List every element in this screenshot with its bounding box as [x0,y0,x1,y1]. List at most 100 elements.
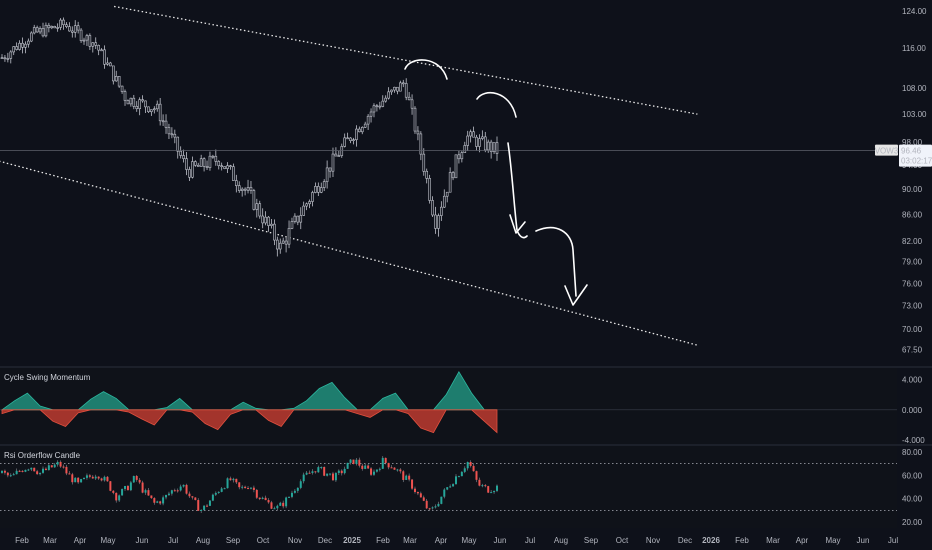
candle-body [445,191,449,197]
candle-body [50,25,54,29]
candle-body [261,215,264,224]
candle-body [88,35,92,47]
candle-body [375,105,379,108]
candle-body [425,170,429,179]
rsi-candle-body [68,473,71,475]
rsi-candle-body [74,477,77,483]
rsi-candle-body [167,493,170,495]
time-axis-label: Jun [136,536,149,545]
time-axis-label: 2026 [702,536,720,545]
candle-body [59,19,62,28]
rsi-candle-body [252,487,255,490]
candle-body [237,185,241,191]
candle-body [401,82,405,85]
candle-body [267,216,270,226]
rsi-candle-body [115,492,118,501]
rsi-candle-body [88,475,91,477]
rsi-candle-body [159,501,162,504]
candle-body [390,89,393,93]
rsi-candle-body [249,487,252,489]
candle-body [18,42,21,50]
price-tick-label: 103.00 [902,110,927,119]
candle-body [114,76,118,82]
momentum-title: Cycle Swing Momentum [4,373,91,382]
candle-body [73,25,77,33]
candle-body [281,240,285,244]
rsi-candle-body [270,502,273,509]
rsi-candle-body [302,474,305,482]
candle-body [217,161,221,166]
candle-body [44,24,48,37]
candle-body [173,133,177,138]
rsi-candle-body [396,469,399,471]
time-axis-label: Mar [43,536,57,545]
candle-body [167,127,171,135]
rsi-candle-body [460,471,463,477]
rsi-candle-body [94,476,97,479]
rsi-candle-body [258,497,261,499]
candle-body [328,167,332,172]
candle-body [68,26,71,32]
rsi-tick-label: 40.00 [902,495,923,504]
candle-body [79,29,83,41]
rsi-candle-body [372,471,375,475]
candle-body [308,201,311,205]
rsi-candle-body [352,459,355,464]
candle-body [24,43,27,48]
rsi-candle-body [132,475,135,483]
rsi-candle-body [334,472,337,481]
candle-body [322,181,326,188]
candle-body [481,136,484,139]
candle-body [94,42,98,46]
rsi-candle-body [30,467,33,470]
candle-body [164,120,168,128]
candle-body [132,97,136,107]
candle-body [273,223,276,241]
candle-body [141,99,144,102]
time-axis-label: Aug [554,536,568,545]
rsi-candle-body [434,506,437,508]
momentum-tick-label: -4.000 [902,436,925,445]
rsi-candle-body [288,496,291,498]
time-axis-label: Jul [168,536,178,545]
rsi-candle-body [27,469,30,471]
candle-body [150,109,153,113]
candle-body [469,131,472,137]
rsi-candle-body [305,472,308,475]
candle-body [460,152,464,160]
candle-body [249,187,253,191]
candle-body [9,51,13,59]
rsi-candle-body [97,476,100,479]
rsi-candle-body [408,475,411,480]
rsi-candle-body [431,507,434,509]
rsi-candle-body [317,467,320,473]
candle-body [123,91,127,101]
rsi-candle-body [12,474,15,476]
rsi-candle-body [217,491,220,493]
candle-body [442,195,446,208]
candle-body [419,133,423,155]
time-axis-label: Jun [857,536,870,545]
rsi-candle-body [138,479,141,483]
rsi-candle-body [83,477,86,480]
rsi-candle-body [314,471,317,473]
rsi-candle-body [42,468,45,473]
rsi-candle-body [290,492,293,497]
candle-body [196,164,200,167]
rsi-candle-body [179,486,182,491]
candle-body [76,25,80,31]
candle-body [396,86,399,92]
candle-body [486,141,490,151]
momentum-tick-label: 0.000 [902,406,923,415]
candle-body [53,25,57,29]
rsi-candle-body [255,489,258,498]
rsi-candle-body [229,478,232,481]
candle-body [182,155,185,159]
symbol-tag-label: VOW3 [875,147,899,156]
price-tag-label: 96.46 [901,147,922,156]
rsi-candle-body [24,469,27,472]
rsi-candle-body [457,476,460,478]
candle-body [62,19,65,25]
price-tick-label: 76.00 [902,279,923,288]
price-tick-label: 73.00 [902,302,923,311]
